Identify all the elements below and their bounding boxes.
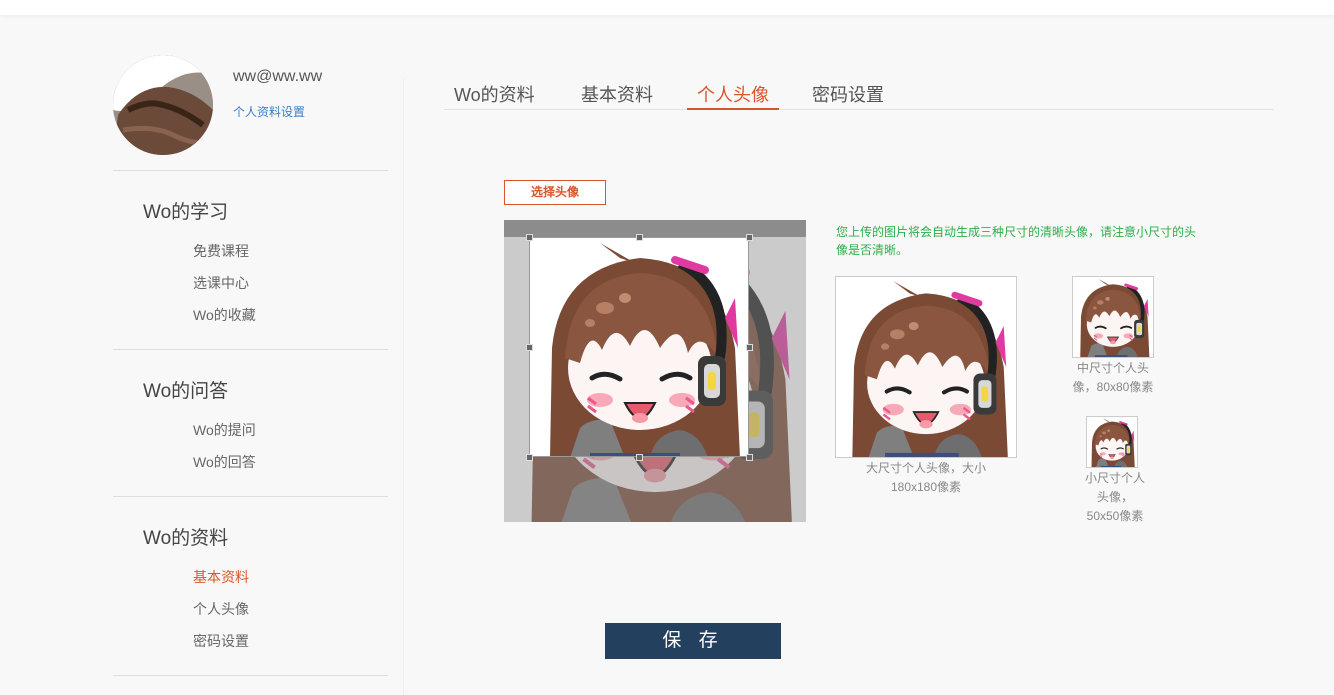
sidebar-item-favorites[interactable]: Wo的收藏 xyxy=(193,305,256,325)
preview-medium-caption: 中尺寸个人头像，80x80像素 xyxy=(1072,361,1154,394)
user-avatar[interactable] xyxy=(113,55,213,155)
profile-settings-link[interactable]: 个人资料设置 xyxy=(233,103,305,120)
sidebar-item-free-courses[interactable]: 免费课程 xyxy=(193,241,249,261)
crop-handle-top-right[interactable] xyxy=(746,234,753,241)
sidebar-divider xyxy=(113,170,388,171)
crop-handle-right[interactable] xyxy=(746,344,753,351)
sidebar-item-course-center[interactable]: 选课中心 xyxy=(193,273,249,293)
user-email: ww@ww.ww xyxy=(233,68,323,85)
tab-basic-info[interactable]: 基本资料 xyxy=(581,81,653,107)
tab-avatar[interactable]: 个人头像 xyxy=(697,81,769,107)
anime-girl-image xyxy=(530,238,749,457)
top-bar xyxy=(0,0,1334,15)
tab-password[interactable]: 密码设置 xyxy=(812,81,884,107)
crop-handle-top[interactable] xyxy=(636,234,643,241)
sidebar-item-my-answers[interactable]: Wo的回答 xyxy=(193,452,256,472)
preview-small-image xyxy=(1087,417,1137,467)
section-title-learning: Wo的学习 xyxy=(143,202,229,223)
preview-small-caption: 小尺寸个人头像，50x50像素 xyxy=(1085,471,1146,523)
crop-handle-bottom-left[interactable] xyxy=(526,454,533,461)
crop-handle-left[interactable] xyxy=(526,344,533,351)
profile-tabs: Wo的资料 基本资料 个人头像 密码设置 xyxy=(444,78,1273,110)
crop-area[interactable] xyxy=(504,220,806,522)
section-title-qa: Wo的问答 xyxy=(143,381,229,402)
sidebar-divider xyxy=(113,349,388,350)
crop-handle-top-left[interactable] xyxy=(526,234,533,241)
avatar-image xyxy=(113,55,213,155)
preview-small xyxy=(1086,416,1138,468)
sidebar-divider xyxy=(113,496,388,497)
section-title-profile: Wo的资料 xyxy=(143,528,229,549)
crop-handle-bottom-right[interactable] xyxy=(746,454,753,461)
sidebar-item-avatar[interactable]: 个人头像 xyxy=(193,599,249,619)
upload-hint: 您上传的图片将会自动生成三种尺寸的清晰头像，请注意小尺寸的头像是否清晰。 xyxy=(836,225,1197,257)
sidebar-item-password[interactable]: 密码设置 xyxy=(193,631,249,651)
choose-avatar-button[interactable]: 选择头像 xyxy=(504,180,606,205)
content-divider xyxy=(403,78,404,695)
tab-my-profile[interactable]: Wo的资料 xyxy=(454,81,535,107)
crop-selection[interactable] xyxy=(529,237,749,457)
active-tab-indicator xyxy=(687,108,779,110)
crop-handle-bottom[interactable] xyxy=(636,454,643,461)
preview-large xyxy=(835,276,1017,458)
sidebar-item-basic-info[interactable]: 基本资料 xyxy=(193,567,249,587)
preview-large-image xyxy=(836,277,1016,457)
preview-large-caption: 大尺寸个人头像，大小180x180像素 xyxy=(865,461,986,494)
preview-medium-image xyxy=(1073,277,1153,357)
preview-medium xyxy=(1072,276,1154,358)
sidebar-divider xyxy=(113,675,388,676)
save-button[interactable]: 保 存 xyxy=(605,623,781,659)
sidebar-item-my-questions[interactable]: Wo的提问 xyxy=(193,420,256,440)
